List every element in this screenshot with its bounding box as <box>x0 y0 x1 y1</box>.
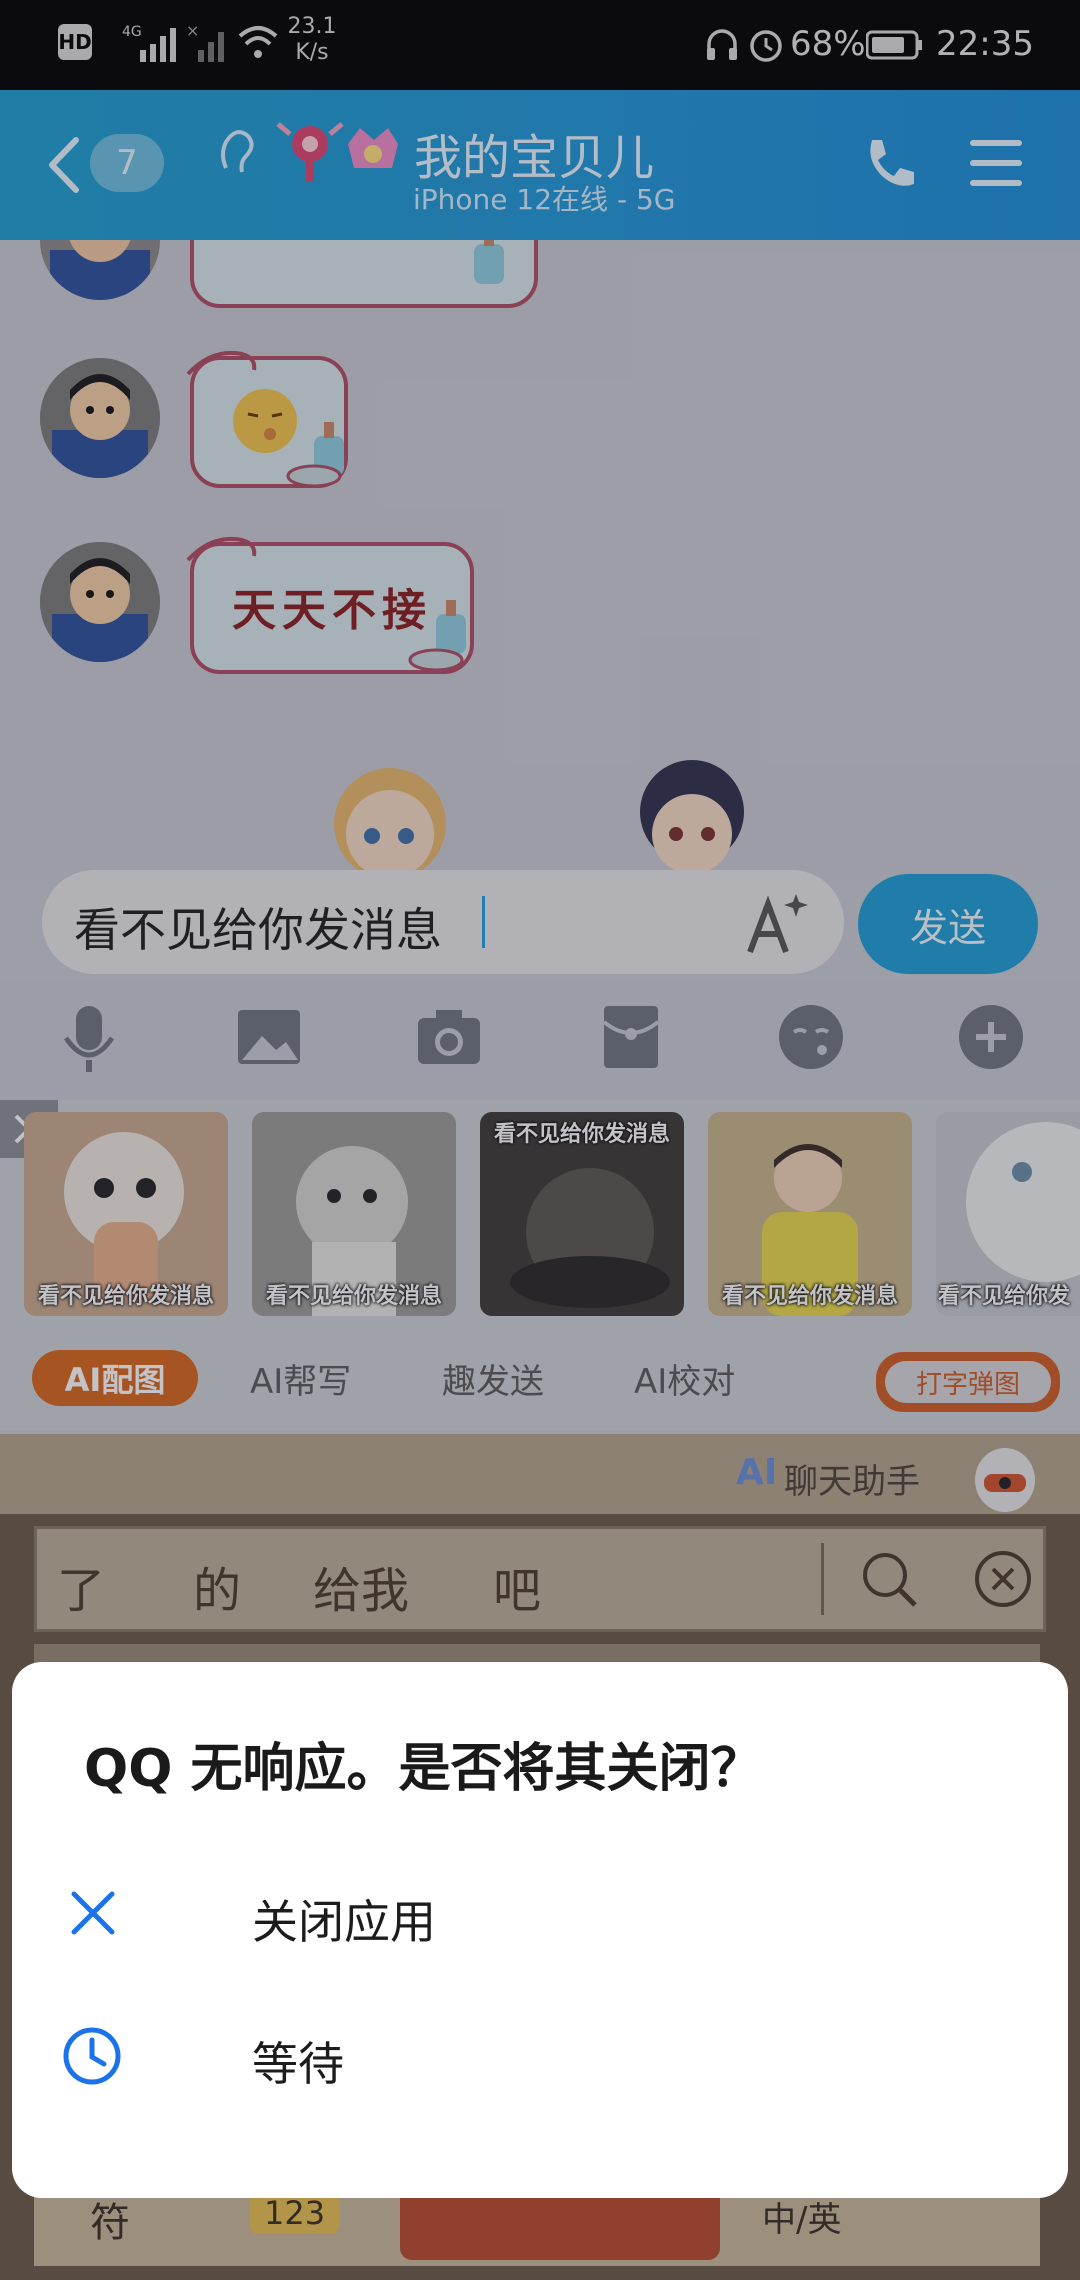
wait-button[interactable]: 等待 <box>12 1992 1068 2122</box>
wait-label: 等待 <box>252 2037 344 2091</box>
close-app-label: 关闭应用 <box>252 1895 436 1949</box>
close-icon <box>71 1891 115 1935</box>
app-not-responding-dialog: QQ 无响应。是否将其关闭？ 关闭应用 等待 <box>12 1662 1068 2198</box>
close-app-button[interactable]: 关闭应用 <box>12 1848 1068 1978</box>
clock-icon <box>63 2027 121 2085</box>
dialog-title: QQ 无响应。是否将其关闭？ <box>84 1739 763 1799</box>
